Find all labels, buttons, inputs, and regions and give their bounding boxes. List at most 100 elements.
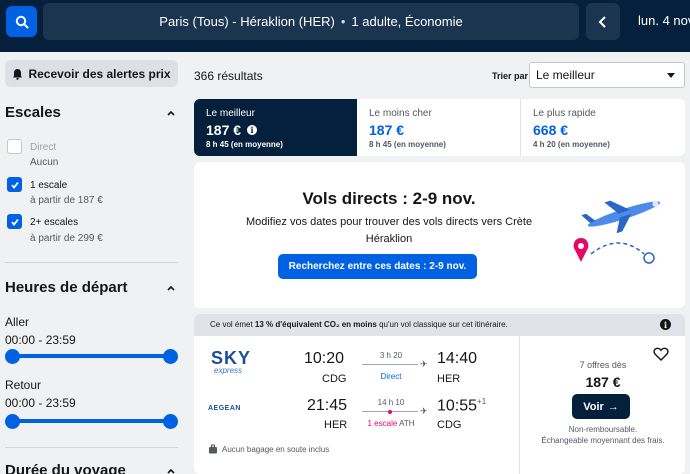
baggage-icon [209, 444, 217, 454]
bell-icon [13, 68, 23, 80]
return-duration: 14 h 10 [377, 398, 405, 407]
tab-label: Le meilleur [206, 108, 255, 119]
search-button[interactable] [6, 6, 37, 37]
outbound-departure-airport: CDG [322, 373, 347, 385]
tab-price: 187 € [206, 122, 242, 138]
plane-icon: ✈ [420, 359, 428, 369]
outbound-departure-time: 10:20 [304, 350, 345, 367]
checkmark-icon [10, 218, 19, 226]
fare-note-refund: Non-remboursable. [568, 425, 638, 434]
results-count: 366 résultats [194, 69, 263, 83]
previous-date-button[interactable] [586, 3, 620, 40]
option-direct-label: Direct [30, 142, 57, 153]
return-stops: 1 escale ATH [356, 419, 426, 428]
checkbox-one-stop[interactable] [7, 177, 22, 192]
offers-count: 7 offres dès [579, 360, 627, 370]
outbound-slider-track[interactable] [12, 354, 170, 358]
return-arrival-time: 10:55+1 [437, 397, 486, 415]
sort-tabs: Le meilleur 187 € i 8 h 45 (en moyenne) … [194, 99, 685, 156]
return-arrival-airport: CDG [437, 419, 462, 431]
chevron-up-icon[interactable] [166, 466, 176, 474]
co2-prefix: Ce vol émet [210, 320, 253, 329]
airline-logo-sky-express: SKY [211, 348, 252, 368]
co2-banner: Ce vol émet 13 % d'équivalent CO₂ en moi… [194, 314, 685, 336]
checkmark-icon [10, 181, 19, 189]
outbound-stops: Direct [380, 372, 402, 381]
tab-price: 668 € [533, 122, 569, 138]
sort-value: Le meilleur [536, 68, 595, 82]
price-alert-label: Recevoir des alertes prix [28, 66, 171, 81]
divider [5, 447, 178, 448]
trip-duration-title: Durée du voyage [5, 462, 126, 474]
tab-fastest[interactable]: Le plus rapide 668 € 4 h 20 (en moyenne) [521, 99, 685, 156]
return-slider-track[interactable] [12, 419, 170, 423]
return-stops-count: 1 escale [367, 419, 398, 428]
price-alert-button[interactable]: Recevoir des alertes prix [5, 60, 178, 87]
checkbox-direct[interactable] [7, 139, 22, 154]
return-arrival-time-value: 10:55 [437, 397, 478, 415]
tab-cheapest[interactable]: Le moins cher 187 € 8 h 45 (en moyenne) [357, 99, 521, 156]
info-icon[interactable]: i [660, 319, 671, 330]
outbound-label: Aller [5, 315, 30, 329]
caret-down-icon [667, 73, 675, 78]
view-deal-label: Voir [583, 400, 604, 413]
outbound-slider-max-handle[interactable] [163, 349, 178, 364]
view-deal-button[interactable]: Voir → [572, 394, 630, 419]
stop-dot [388, 409, 392, 414]
return-departure-airport: HER [324, 419, 348, 431]
search-summary[interactable]: Paris (Tous) - Héraklion (HER) • 1 adult… [43, 3, 579, 40]
checkbox-two-plus-stops[interactable] [7, 214, 22, 229]
baggage-info: Aucun bagage en soute inclus [208, 444, 329, 454]
outbound-arrival-time: 14:40 [437, 350, 478, 367]
passengers-text: 1 adulte, Économie [351, 14, 463, 29]
arrow-right-icon: → [607, 400, 619, 413]
date-text[interactable]: lun. 4 nov. [638, 13, 690, 28]
outbound-arrival-airport: HER [437, 373, 461, 385]
option-one-stop-sub: à partir de 187 € [30, 195, 103, 206]
option-two-plus-label: 2+ escales [30, 217, 79, 228]
search-dates-button[interactable]: Recherchez entre ces dates : 2-9 nov. [278, 254, 477, 279]
chevron-up-icon[interactable] [166, 108, 176, 118]
return-stops-airport: ATH [399, 419, 415, 428]
airline-logo-sub: express [214, 366, 243, 375]
chevron-left-icon [598, 15, 606, 28]
promo-title: Vols directs : 2-9 nov. [302, 189, 476, 208]
flight-result-card[interactable]: Ce vol émet 13 % d'équivalent CO₂ en moi… [194, 314, 685, 474]
tab-duration: 8 h 45 (en moyenne) [369, 140, 446, 149]
plane-icon: ✈ [420, 406, 428, 416]
return-range: 00:00 - 23:59 [5, 396, 76, 410]
co2-highlight: 13 % d'équivalent CO₂ en moins [254, 320, 377, 329]
return-label: Retour [5, 378, 42, 392]
divider [5, 262, 178, 263]
route-text: Paris (Tous) - Héraklion (HER) [159, 14, 335, 29]
outbound-duration: 3 h 20 [379, 351, 403, 360]
tab-label: Le moins cher [369, 108, 432, 119]
fare-note-change: Échangeable moyennant des frais. [541, 436, 665, 445]
tab-best[interactable]: Le meilleur 187 € i 8 h 45 (en moyenne) [194, 99, 357, 156]
return-slider-min-handle[interactable] [5, 414, 20, 429]
chevron-up-icon[interactable] [166, 283, 176, 293]
return-departure-time: 21:45 [307, 397, 348, 414]
outbound-range: 00:00 - 23:59 [5, 333, 76, 347]
search-icon [15, 15, 28, 28]
top-bar: Paris (Tous) - Héraklion (HER) • 1 adult… [0, 0, 690, 52]
tab-duration: 8 h 45 (en moyenne) [206, 140, 283, 149]
day-offset: +1 [477, 397, 487, 406]
return-slider-max-handle[interactable] [163, 414, 178, 429]
outbound-route-line [362, 364, 418, 365]
info-icon[interactable]: i [247, 125, 258, 135]
sort-select[interactable]: Le meilleur [529, 62, 685, 88]
outbound-slider-min-handle[interactable] [5, 349, 20, 364]
price-panel: 7 offres dès 187 € Voir → Non-remboursab… [519, 336, 685, 474]
baggage-text: Aucun bagage en soute inclus [222, 444, 330, 454]
co2-suffix: qu'un vol classique sur cet itinéraire. [379, 320, 508, 329]
airline-logo-aegean: AEGEAN [208, 405, 241, 412]
sort-label: Trier par [492, 71, 529, 81]
fare-conditions: Non-remboursable. Échangeable moyennant … [520, 424, 685, 446]
option-one-stop-label: 1 escale [30, 180, 68, 191]
plane-illustration-icon [573, 200, 661, 264]
direct-flights-promo: Vols directs : 2-9 nov. Modifiez vos dat… [194, 162, 685, 308]
separator: • [340, 14, 346, 29]
promo-description: Modifiez vos dates pour trouver des vols… [245, 216, 533, 245]
stops-title: Escales [5, 104, 61, 121]
